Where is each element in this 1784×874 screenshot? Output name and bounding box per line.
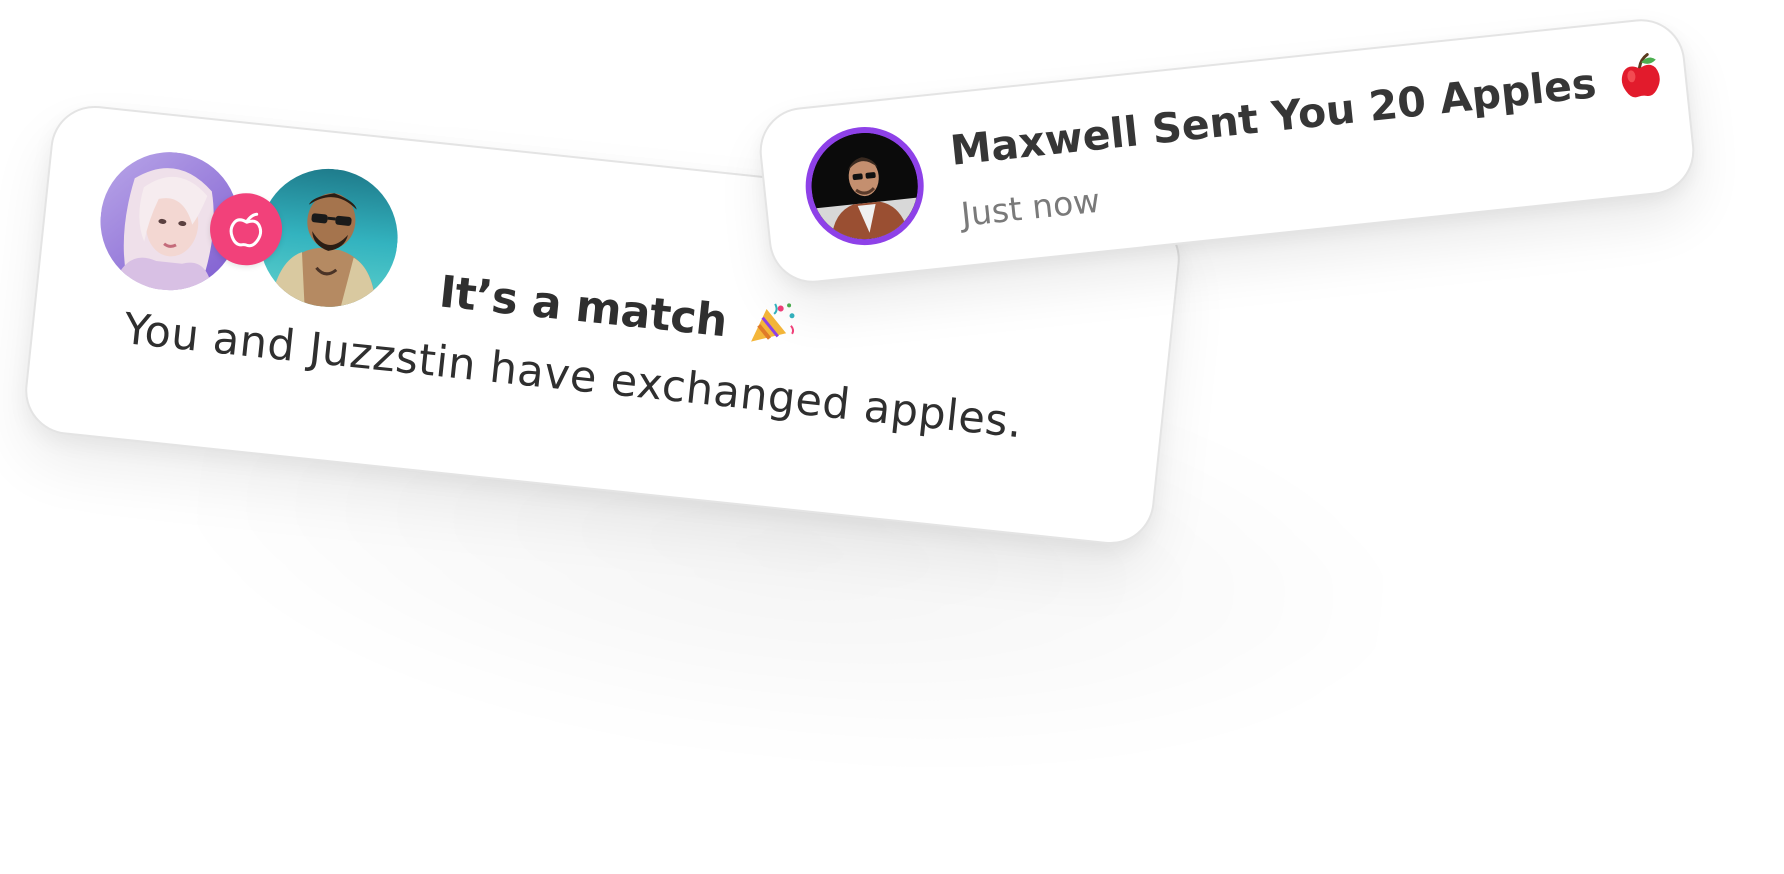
notification-title: Maxwell Sent You 20 Apples <box>948 51 1665 181</box>
match-title-text: It’s a match <box>436 266 730 348</box>
notification-title-text: Maxwell Sent You 20 Apples <box>947 59 1599 175</box>
avatar-maxwell <box>799 121 930 251</box>
apple-outline-icon <box>229 212 263 248</box>
match-avatar-group <box>93 145 406 316</box>
notification-card[interactable]: Maxwell Sent You 20 Apples Just now <box>755 14 1699 288</box>
maxwell-avatar-image <box>806 127 923 245</box>
party-popper-icon <box>746 297 800 361</box>
stage: It’s a match You and Juzzstin have excha… <box>0 0 1784 874</box>
red-apple-icon <box>1617 51 1665 111</box>
notification-time: Just now <box>959 180 1102 235</box>
